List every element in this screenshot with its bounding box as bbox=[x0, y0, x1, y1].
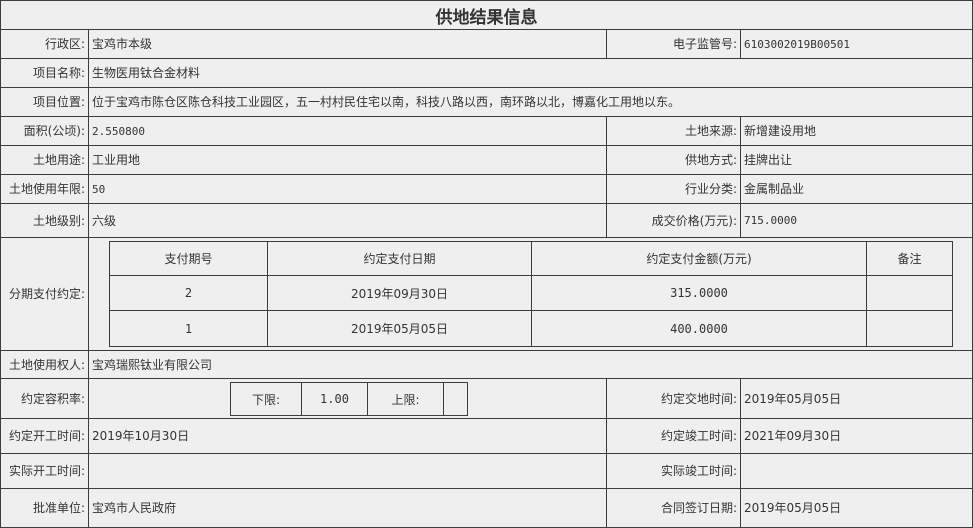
supply-result-table: 供地结果信息 行政区: 宝鸡市本级 电子监管号: 6103002019B0050… bbox=[0, 0, 973, 528]
table-row-note bbox=[867, 276, 952, 311]
project-location-value: 位于宝鸡市陈仓区陈仓科技工业园区，五一村村民住宅以南，科技八路以西，南环路以北，… bbox=[89, 88, 972, 117]
page-title: 供地结果信息 bbox=[1, 1, 972, 30]
installments-table: 支付期号 约定支付日期 约定支付金额(万元) 备注 2 2019年09月30日 … bbox=[109, 241, 953, 347]
area-label: 面积(公顷): bbox=[1, 117, 89, 146]
price-label: 成交价格(万元): bbox=[607, 204, 741, 238]
industry-value: 金属制品业 bbox=[741, 175, 972, 204]
project-name-value: 生物医用钛合金材料 bbox=[89, 59, 972, 88]
col-header-date: 约定支付日期 bbox=[268, 242, 532, 276]
contract-date-label: 合同签订日期: bbox=[607, 489, 741, 527]
actual-completion-value bbox=[741, 454, 972, 489]
table-row-date: 2019年09月30日 bbox=[268, 276, 532, 311]
approval-unit-value: 宝鸡市人民政府 bbox=[89, 489, 607, 527]
actual-start-label: 实际开工时间: bbox=[1, 454, 89, 489]
col-header-amount: 约定支付金额(万元) bbox=[532, 242, 867, 276]
project-location-label: 项目位置: bbox=[1, 88, 89, 117]
table-row-no: 1 bbox=[110, 311, 268, 346]
plot-ratio-upper-value bbox=[444, 383, 467, 415]
district-value: 宝鸡市本级 bbox=[89, 30, 607, 59]
table-row-amount: 315.0000 bbox=[532, 276, 867, 311]
land-user-value: 宝鸡瑞熙钛业有限公司 bbox=[89, 351, 972, 379]
handover-date-value: 2019年05月05日 bbox=[741, 379, 972, 419]
supervision-no-value: 6103002019B00501 bbox=[741, 30, 972, 59]
table-row-no: 2 bbox=[110, 276, 268, 311]
plot-ratio-range: 下限: 1.00 上限: bbox=[230, 382, 468, 416]
contract-date-value: 2019年05月05日 bbox=[741, 489, 972, 527]
plot-ratio-lower-value: 1.00 bbox=[302, 383, 368, 415]
supply-method-label: 供地方式: bbox=[607, 146, 741, 175]
land-source-value: 新增建设用地 bbox=[741, 117, 972, 146]
agreed-start-value: 2019年10月30日 bbox=[89, 419, 607, 454]
actual-start-value bbox=[89, 454, 607, 489]
project-name-label: 项目名称: bbox=[1, 59, 89, 88]
table-row-note bbox=[867, 311, 952, 346]
col-header-note: 备注 bbox=[867, 242, 952, 276]
table-row-date: 2019年05月05日 bbox=[268, 311, 532, 346]
land-term-label: 土地使用年限: bbox=[1, 175, 89, 204]
handover-date-label: 约定交地时间: bbox=[607, 379, 741, 419]
plot-ratio-lower-label: 下限: bbox=[231, 383, 302, 415]
col-header-no: 支付期号 bbox=[110, 242, 268, 276]
supervision-no-label: 电子监管号: bbox=[607, 30, 741, 59]
actual-completion-label: 实际竣工时间: bbox=[607, 454, 741, 489]
land-source-label: 土地来源: bbox=[607, 117, 741, 146]
land-grade-value: 六级 bbox=[89, 204, 607, 238]
agreed-completion-value: 2021年09月30日 bbox=[741, 419, 972, 454]
land-term-value: 50 bbox=[89, 175, 607, 204]
price-value: 715.0000 bbox=[741, 204, 972, 238]
table-row-amount: 400.0000 bbox=[532, 311, 867, 346]
plot-ratio-label: 约定容积率: bbox=[1, 379, 89, 419]
approval-unit-label: 批准单位: bbox=[1, 489, 89, 527]
plot-ratio-upper-label: 上限: bbox=[368, 383, 444, 415]
agreed-start-label: 约定开工时间: bbox=[1, 419, 89, 454]
industry-label: 行业分类: bbox=[607, 175, 741, 204]
installments-label: 分期支付约定: bbox=[1, 238, 89, 351]
agreed-completion-label: 约定竣工时间: bbox=[607, 419, 741, 454]
area-value: 2.550800 bbox=[89, 117, 607, 146]
land-use-value: 工业用地 bbox=[89, 146, 607, 175]
supply-method-value: 挂牌出让 bbox=[741, 146, 972, 175]
land-use-label: 土地用途: bbox=[1, 146, 89, 175]
land-grade-label: 土地级别: bbox=[1, 204, 89, 238]
land-user-label: 土地使用权人: bbox=[1, 351, 89, 379]
district-label: 行政区: bbox=[1, 30, 89, 59]
